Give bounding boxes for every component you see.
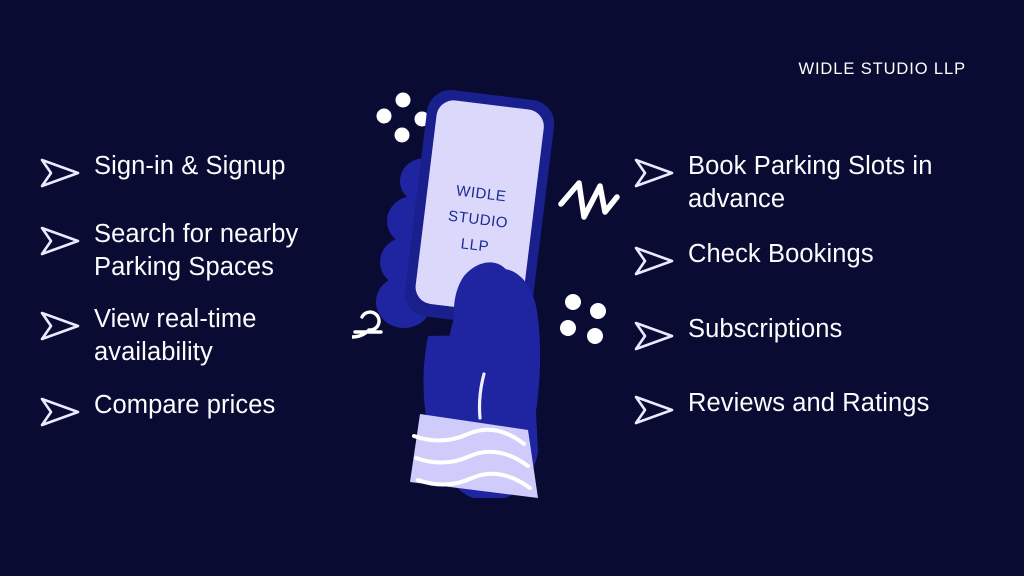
arrow-right-outline-icon — [632, 319, 676, 353]
arrow-right-outline-icon — [632, 244, 676, 278]
loop-squiggle-doodle — [352, 310, 383, 339]
feature-label: View real-time availability — [94, 305, 257, 366]
feature-list-right: Book Parking Slots in advance Check Book… — [632, 150, 1002, 451]
dot-cluster-top-left — [376, 92, 430, 143]
feature-item[interactable]: Compare prices — [38, 389, 368, 429]
arrow-right-outline-icon — [632, 393, 676, 427]
feature-label: Check Bookings — [688, 240, 874, 269]
zigzag-motion-line — [558, 180, 620, 220]
arrow-right-outline-icon — [38, 156, 82, 190]
brand-title: WIDLE STUDIO LLP — [798, 60, 966, 78]
arrow-right-outline-icon — [38, 224, 82, 258]
feature-label: Subscriptions — [688, 315, 843, 344]
feature-label: Search for nearby Parking Spaces — [94, 220, 299, 281]
hand-holding-phone-illustration: WIDLE STUDIO LLP — [352, 78, 632, 498]
feature-label: Book Parking Slots in advance — [688, 152, 933, 213]
feature-label: Compare prices — [94, 390, 276, 419]
feature-item[interactable]: View real-time availability — [38, 303, 368, 368]
phone-screen-line-3: LLP — [460, 235, 490, 255]
arrow-right-outline-icon — [38, 309, 82, 343]
slide-canvas: WIDLE STUDIO LLP Sign-in & Signup Search… — [0, 0, 1024, 576]
arrow-right-outline-icon — [632, 156, 676, 190]
feature-item[interactable]: Reviews and Ratings — [632, 387, 1002, 427]
feature-label: Sign-in & Signup — [94, 152, 286, 180]
feature-item[interactable]: Sign-in & Signup — [38, 150, 368, 190]
feature-label: Reviews and Ratings — [688, 389, 930, 418]
dot-cluster-bottom-right — [560, 294, 606, 344]
feature-item[interactable]: Subscriptions — [632, 313, 1002, 353]
arrow-right-outline-icon — [38, 395, 82, 429]
feature-item[interactable]: Check Bookings — [632, 238, 1002, 278]
feature-item[interactable]: Book Parking Slots in advance — [632, 150, 1002, 215]
feature-item[interactable]: Search for nearby Parking Spaces — [38, 218, 368, 283]
feature-list-left: Sign-in & Signup Search for nearby Parki… — [38, 150, 368, 453]
